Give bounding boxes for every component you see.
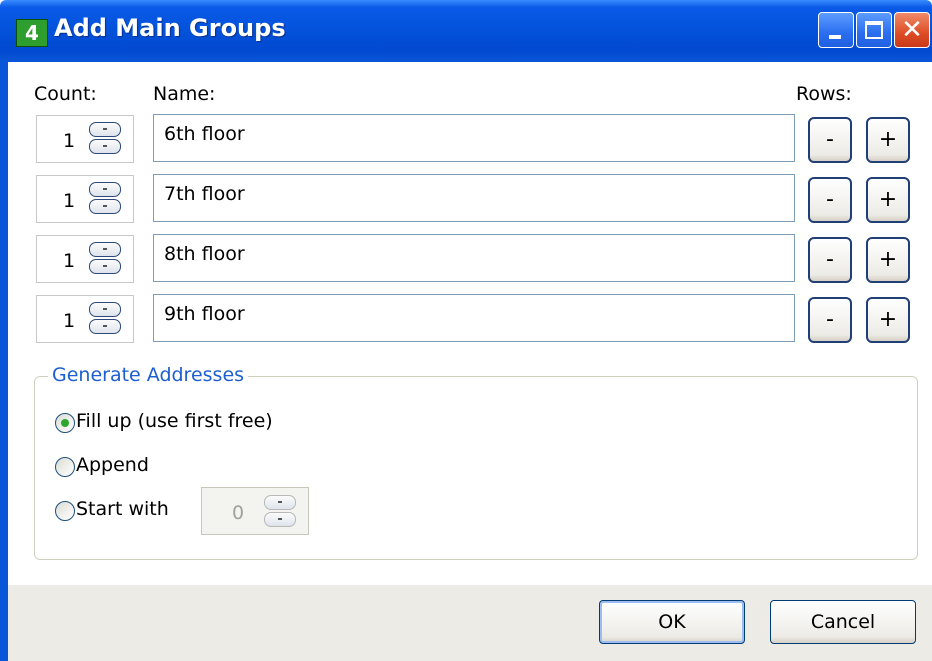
count-stepper[interactable]: 1 — [36, 235, 134, 283]
add-row-button[interactable]: + — [866, 237, 910, 283]
append-label[interactable]: Append — [76, 454, 149, 476]
radio-selected-dot — [61, 419, 69, 427]
spin-down-button[interactable] — [89, 319, 121, 334]
rows-header: Rows: — [796, 83, 852, 105]
start-with-radio[interactable] — [55, 501, 75, 521]
count-stepper[interactable]: 1 — [36, 295, 134, 343]
title-bar[interactable]: 4 Add Main Groups ✕ — [0, 0, 932, 62]
spin-down-button[interactable] — [89, 199, 121, 214]
maximize-button[interactable] — [856, 12, 892, 48]
start-with-stepper: 0 — [201, 487, 309, 535]
count-stepper[interactable]: 1 — [36, 175, 134, 223]
count-stepper[interactable]: 1 — [36, 115, 134, 163]
spin-down-button[interactable] — [89, 139, 121, 154]
spin-up-button[interactable] — [89, 242, 121, 257]
fill-up-label[interactable]: Fill up (use first free) — [76, 410, 273, 432]
spin-down-button — [264, 512, 296, 527]
start-with-value: 0 — [232, 502, 245, 524]
spin-up-button — [264, 495, 296, 510]
start-with-spinner — [264, 495, 298, 529]
app-icon: 4 — [16, 19, 48, 47]
count-header: Count: — [34, 83, 97, 105]
remove-row-button[interactable]: - — [808, 177, 852, 223]
name-header: Name: — [153, 83, 216, 105]
generate-addresses-legend: Generate Addresses — [48, 364, 249, 386]
close-button[interactable]: ✕ — [894, 12, 930, 48]
spin-up-button[interactable] — [89, 182, 121, 197]
count-value[interactable]: 1 — [63, 310, 75, 332]
group-name-field[interactable]: 7th floor — [153, 174, 795, 222]
ok-button[interactable]: OK — [599, 600, 745, 644]
window-frame-left — [0, 62, 8, 661]
count-spinner[interactable] — [89, 242, 123, 276]
window-title: Add Main Groups — [54, 14, 286, 42]
dialog-window: 4 Add Main Groups ✕ Count: Name: Rows: 1… — [0, 0, 932, 661]
remove-row-button[interactable]: - — [808, 237, 852, 283]
group-name-field[interactable]: 8th floor — [153, 234, 795, 282]
count-spinner[interactable] — [89, 122, 123, 156]
count-value[interactable]: 1 — [63, 250, 75, 272]
generate-addresses-group — [34, 376, 918, 560]
group-name-field[interactable]: 6th floor — [153, 114, 795, 162]
spin-down-button[interactable] — [89, 259, 121, 274]
count-value[interactable]: 1 — [63, 130, 75, 152]
spin-up-button[interactable] — [89, 302, 121, 317]
minimize-icon — [829, 35, 841, 39]
remove-row-button[interactable]: - — [808, 117, 852, 163]
dialog-content: Count: Name: Rows: 1 6th floor - + 1 7th… — [8, 62, 932, 661]
cancel-button[interactable]: Cancel — [770, 600, 916, 644]
remove-row-button[interactable]: - — [808, 297, 852, 343]
add-row-button[interactable]: + — [866, 177, 910, 223]
append-radio[interactable] — [55, 457, 75, 477]
maximize-icon — [865, 21, 883, 39]
fill-up-radio[interactable] — [55, 413, 75, 433]
count-value[interactable]: 1 — [63, 190, 75, 212]
add-row-button[interactable]: + — [866, 117, 910, 163]
start-with-label[interactable]: Start with — [76, 498, 169, 520]
group-name-field[interactable]: 9th floor — [153, 294, 795, 342]
add-row-button[interactable]: + — [866, 297, 910, 343]
close-icon: ✕ — [901, 15, 923, 45]
minimize-button[interactable] — [818, 12, 854, 48]
count-spinner[interactable] — [89, 302, 123, 336]
spin-up-button[interactable] — [89, 122, 121, 137]
count-spinner[interactable] — [89, 182, 123, 216]
